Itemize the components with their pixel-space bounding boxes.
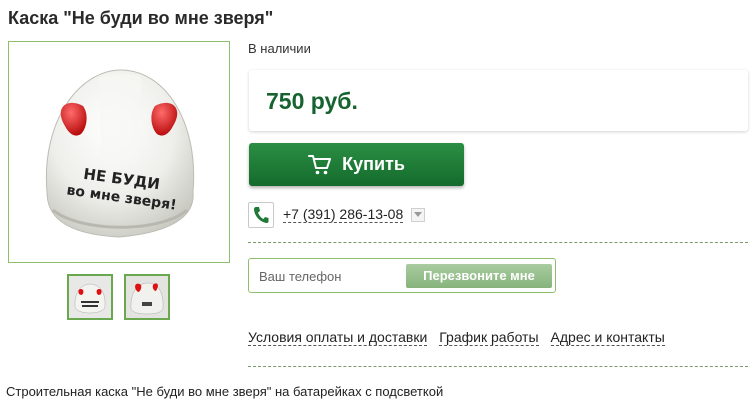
product-title: Каска "Не буди во мне зверя": [8, 8, 274, 28]
thumbnail-front[interactable]: [67, 274, 113, 320]
phone-icon: [248, 202, 274, 228]
phone-contact: +7 (391) 286-13-08: [248, 201, 426, 229]
product-main-image[interactable]: НЕ БУДИ во мне зверя!: [8, 41, 230, 263]
callback-button[interactable]: Перезвоните мне: [406, 264, 552, 288]
link-work-schedule[interactable]: График работы: [439, 330, 539, 346]
info-links: Условия оплаты и доставки График работы …: [248, 330, 677, 346]
link-payment-delivery[interactable]: Условия оплаты и доставки: [248, 330, 428, 346]
cart-icon: [308, 154, 332, 174]
buy-button[interactable]: Купить: [249, 143, 464, 186]
buy-button-label: Купить: [342, 154, 405, 174]
callback-form: Перезвоните мне: [248, 258, 556, 293]
callback-phone-input[interactable]: [259, 265, 404, 287]
thumbnail-side[interactable]: [124, 274, 170, 320]
divider: [248, 242, 748, 243]
availability-status: В наличии: [248, 41, 311, 56]
link-address-contacts[interactable]: Адрес и контакты: [550, 330, 665, 346]
product-description: Строительная каска "Не буди во мне зверя…: [6, 384, 444, 399]
divider: [248, 366, 748, 367]
price-value: 750 руб.: [266, 88, 358, 114]
chevron-down-icon[interactable]: [411, 208, 426, 222]
price-box: 750 руб.: [249, 70, 748, 131]
phone-number-link[interactable]: +7 (391) 286-13-08: [283, 207, 404, 223]
